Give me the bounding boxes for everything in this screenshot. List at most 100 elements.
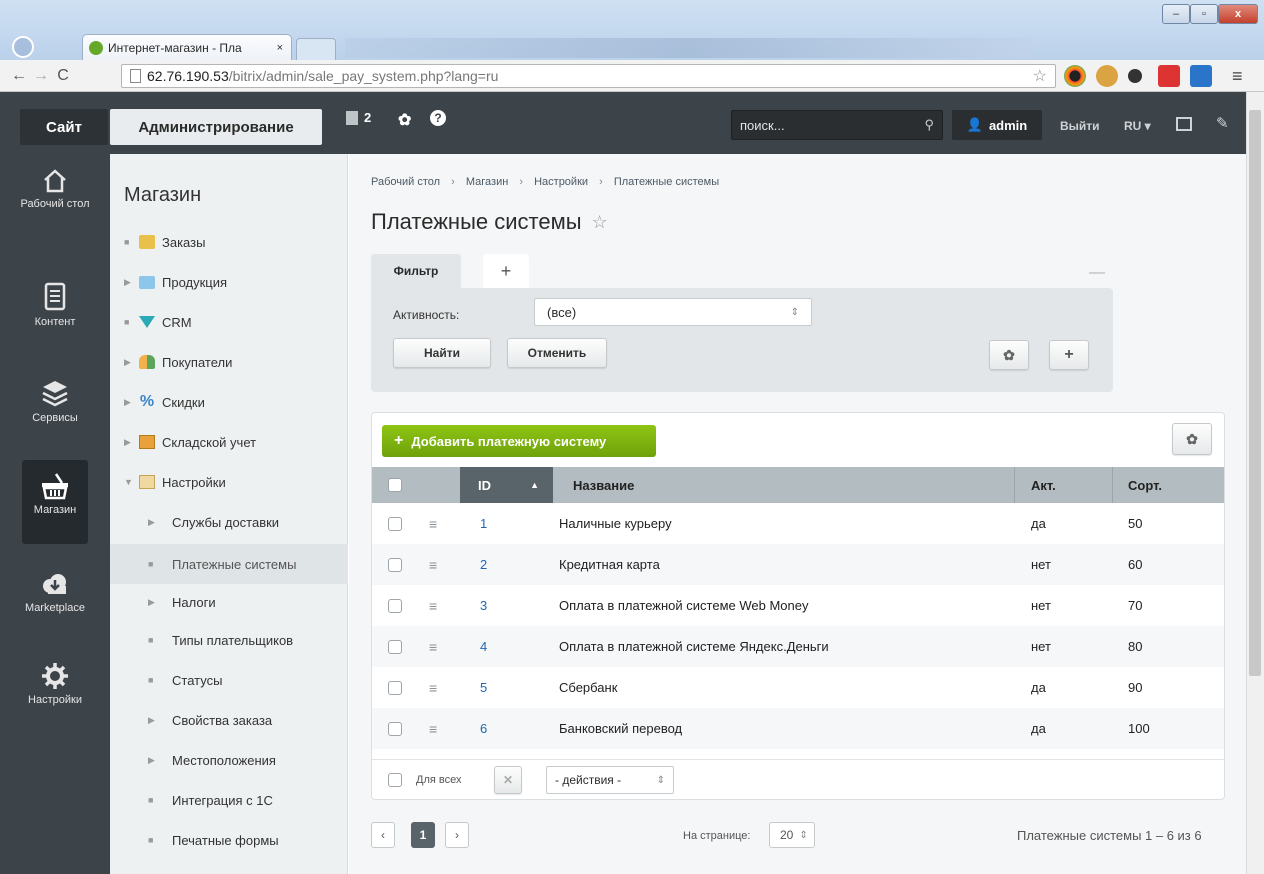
filter-settings-button[interactable]: ✿: [989, 340, 1029, 370]
menu-item-customers[interactable]: ▶ Покупатели: [110, 342, 348, 382]
grid-settings-button[interactable]: ✿: [1172, 423, 1212, 455]
current-page[interactable]: 1: [411, 822, 435, 848]
reload-icon[interactable]: C: [52, 67, 74, 85]
menu-item-settings[interactable]: ▼ Настройки: [110, 462, 348, 502]
help-icon[interactable]: ?: [430, 110, 446, 126]
address-bar[interactable]: 62.76.190.53/bitrix/admin/sale_pay_syste…: [121, 64, 1056, 88]
notifications-button[interactable]: 2: [346, 110, 371, 125]
row-checkbox[interactable]: [388, 516, 402, 531]
menu-item-1c[interactable]: ■ Интеграция с 1С: [110, 780, 348, 820]
filter-add-field-button[interactable]: +: [1049, 340, 1089, 370]
column-sort-header[interactable]: Сорт.: [1128, 478, 1162, 493]
row-id[interactable]: 5: [480, 680, 487, 695]
row-actions-icon[interactable]: ≡: [429, 516, 437, 532]
services-nav-item[interactable]: Сервисы: [0, 378, 110, 424]
camera-extension-icon[interactable]: [1190, 65, 1212, 87]
row-checkbox[interactable]: [388, 557, 402, 572]
favorite-star-icon[interactable]: ☆: [592, 212, 608, 233]
keyboard-icon[interactable]: [1176, 117, 1192, 131]
row-actions-icon[interactable]: ≡: [429, 721, 437, 737]
menu-item-payer-types[interactable]: ■ Типы плательщиков: [110, 620, 348, 660]
menu-item-discounts[interactable]: ▶% Скидки: [110, 382, 348, 422]
breadcrumb-link[interactable]: Магазин: [466, 176, 508, 188]
row-checkbox[interactable]: [388, 639, 402, 654]
menu-item-crm[interactable]: ■ CRM: [110, 302, 348, 342]
activity-select[interactable]: (все) ⇕: [534, 298, 812, 326]
row-id[interactable]: 1: [480, 516, 487, 531]
table-row[interactable]: ≡ 3 Оплата в платежной системе Web Money…: [372, 585, 1224, 626]
minimize-button[interactable]: –: [1162, 4, 1190, 24]
chrome-menu-icon[interactable]: ≡: [1232, 66, 1243, 87]
shop-nav-item[interactable]: Магазин: [22, 460, 88, 544]
language-selector[interactable]: RU ▾: [1124, 119, 1151, 133]
settings-nav-item[interactable]: Настройки: [0, 662, 110, 706]
virus-extension-icon[interactable]: [1158, 65, 1180, 87]
prev-page-button[interactable]: ‹: [371, 822, 395, 848]
menu-item-taxes[interactable]: ▶ Налоги: [110, 582, 348, 622]
scrollbar-thumb[interactable]: [1249, 110, 1261, 676]
per-page-select[interactable]: 20 ⇕: [769, 822, 815, 848]
row-actions-icon[interactable]: ≡: [429, 639, 437, 655]
site-button[interactable]: Сайт: [20, 109, 108, 145]
window-close-button[interactable]: x: [1218, 4, 1258, 24]
menu-item-delivery[interactable]: ▶ Службы доставки: [110, 502, 348, 542]
collapse-filter-icon[interactable]: —: [1089, 264, 1105, 282]
extension-icon[interactable]: [1064, 65, 1086, 87]
cookie-extension-icon[interactable]: [1096, 65, 1118, 87]
new-tab-button[interactable]: [296, 38, 336, 60]
menu-item-locations[interactable]: ▶ Местоположения: [110, 740, 348, 780]
row-id[interactable]: 2: [480, 557, 487, 572]
content-nav-item[interactable]: Контент: [0, 282, 110, 328]
gear-icon[interactable]: ✿: [398, 110, 411, 130]
cancel-button[interactable]: Отменить: [507, 338, 607, 368]
logout-link[interactable]: Выйти: [1060, 119, 1100, 133]
actions-select[interactable]: - действия - ⇕: [546, 766, 674, 794]
maximize-button[interactable]: ▫: [1190, 4, 1218, 24]
row-actions-icon[interactable]: ≡: [429, 598, 437, 614]
for-all-checkbox[interactable]: [388, 772, 402, 787]
profile-icon[interactable]: [12, 36, 34, 58]
menu-item-warehouse[interactable]: ▶ Складской учет: [110, 422, 348, 462]
table-row[interactable]: ≡ 6 Банковский перевод да 100: [372, 708, 1224, 749]
forward-icon[interactable]: →: [30, 67, 52, 85]
menu-item-print-forms[interactable]: ■ Печатные формы: [110, 820, 348, 860]
clock-extension-icon[interactable]: [1128, 69, 1142, 83]
row-checkbox[interactable]: [388, 680, 402, 695]
add-payment-system-button[interactable]: + Добавить платежную систему: [382, 425, 656, 457]
select-all-checkbox[interactable]: [388, 478, 402, 492]
search-icon[interactable]: ⚲: [924, 117, 934, 133]
menu-item-order-props[interactable]: ▶ Свойства заказа: [110, 700, 348, 740]
add-filter-tab-button[interactable]: +: [483, 254, 529, 288]
row-id[interactable]: 3: [480, 598, 487, 613]
breadcrumb-link[interactable]: Настройки: [534, 176, 588, 188]
table-row[interactable]: ≡ 5 Сбербанк да 90: [372, 667, 1224, 708]
marketplace-nav-item[interactable]: Marketplace: [0, 572, 110, 614]
back-icon[interactable]: ←: [8, 67, 30, 85]
user-button[interactable]: 👤 admin: [952, 110, 1042, 140]
find-button[interactable]: Найти: [393, 338, 491, 368]
column-id-header[interactable]: ID ▲: [460, 467, 553, 503]
column-name-header[interactable]: Название: [573, 478, 634, 493]
menu-item-products[interactable]: ▶ Продукция: [110, 262, 348, 302]
browser-tab[interactable]: Интернет-магазин - Пла ×: [82, 34, 292, 60]
next-page-button[interactable]: ›: [445, 822, 469, 848]
row-checkbox[interactable]: [388, 598, 402, 613]
filter-tab[interactable]: Фильтр: [371, 254, 461, 288]
bookmark-star-icon[interactable]: ☆: [1033, 66, 1047, 86]
column-active-header[interactable]: Акт.: [1031, 478, 1056, 493]
row-actions-icon[interactable]: ≡: [429, 557, 437, 573]
delete-selected-button[interactable]: ✕: [494, 766, 522, 794]
pin-icon[interactable]: ✎: [1216, 114, 1229, 132]
row-checkbox[interactable]: [388, 721, 402, 736]
menu-item-orders[interactable]: ■ Заказы: [110, 222, 348, 262]
administration-button[interactable]: Администрирование: [110, 109, 322, 145]
menu-item-statuses[interactable]: ■ Статусы: [110, 660, 348, 700]
desktop-nav-item[interactable]: Рабочий стол: [0, 168, 110, 210]
row-id[interactable]: 6: [480, 721, 487, 736]
table-row[interactable]: ≡ 2 Кредитная карта нет 60: [372, 544, 1224, 585]
tab-close-icon[interactable]: ×: [277, 42, 283, 54]
breadcrumb-link[interactable]: Рабочий стол: [371, 176, 440, 188]
search-input[interactable]: поиск... ⚲: [731, 110, 943, 140]
menu-item-payment-systems[interactable]: ■ Платежные системы: [110, 544, 348, 584]
row-id[interactable]: 4: [480, 639, 487, 654]
